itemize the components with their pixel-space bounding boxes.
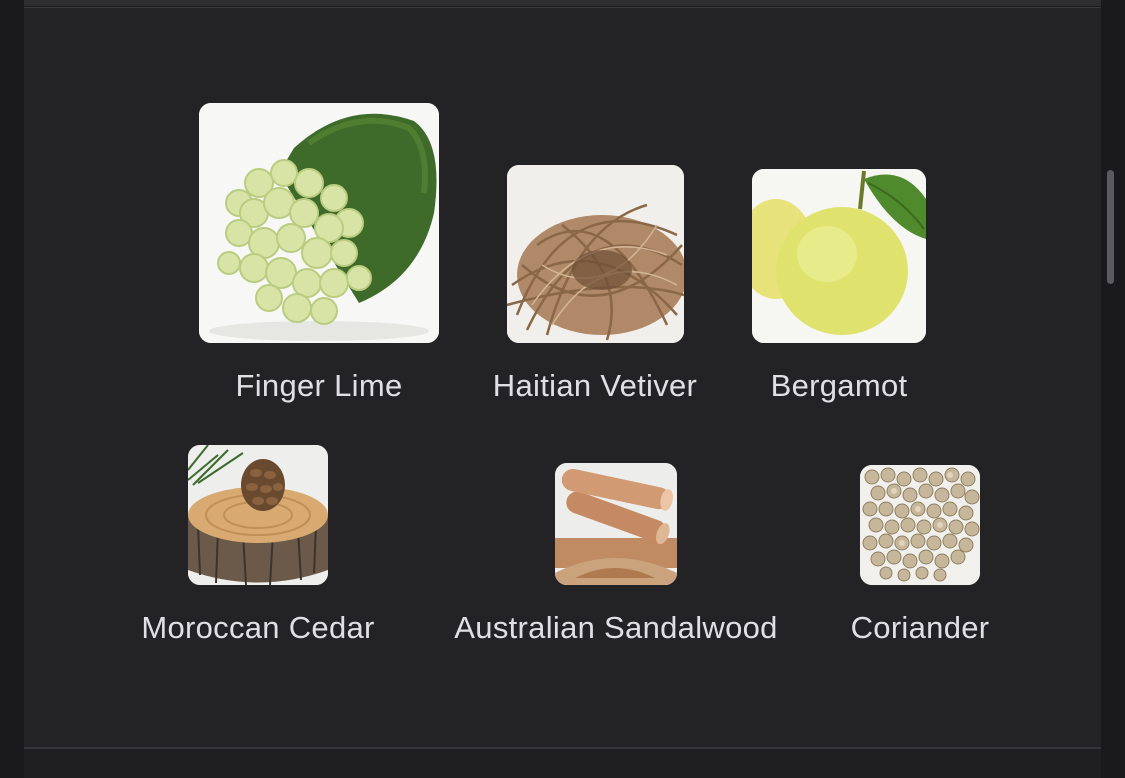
window-right-edge [1101,0,1125,778]
ingredient-label-moroccan-cedar: Moroccan Cedar [141,610,375,645]
ingredient-label-coriander: Coriander [850,610,990,645]
finger-lime-image[interactable] [199,103,439,343]
ingredient-label-finger-lime: Finger Lime [235,368,403,403]
sandalwood-sticks-photo [555,463,677,585]
australian-sandalwood-image[interactable] [555,463,677,585]
window-top-edge [0,0,1125,6]
ingredient-label-australian-sandalwood: Australian Sandalwood [454,610,778,645]
haitian-vetiver-image[interactable] [507,165,684,343]
vetiver-root-photo [507,165,684,343]
vertical-scrollbar[interactable] [1107,170,1114,284]
bergamot-image[interactable] [752,169,926,343]
finger-lime-photo [199,103,439,343]
ingredient-label-haitian-vetiver: Haitian Vetiver [492,368,698,403]
bottom-strip [24,749,1101,778]
bergamot-fruit-photo [752,169,926,343]
window-left-edge [0,0,24,778]
cedar-log-pinecone-photo [188,445,328,585]
coriander-image[interactable] [860,465,980,585]
coriander-seeds-photo [860,465,980,585]
ingredient-label-bergamot: Bergamot [770,368,908,403]
moroccan-cedar-image[interactable] [188,445,328,585]
